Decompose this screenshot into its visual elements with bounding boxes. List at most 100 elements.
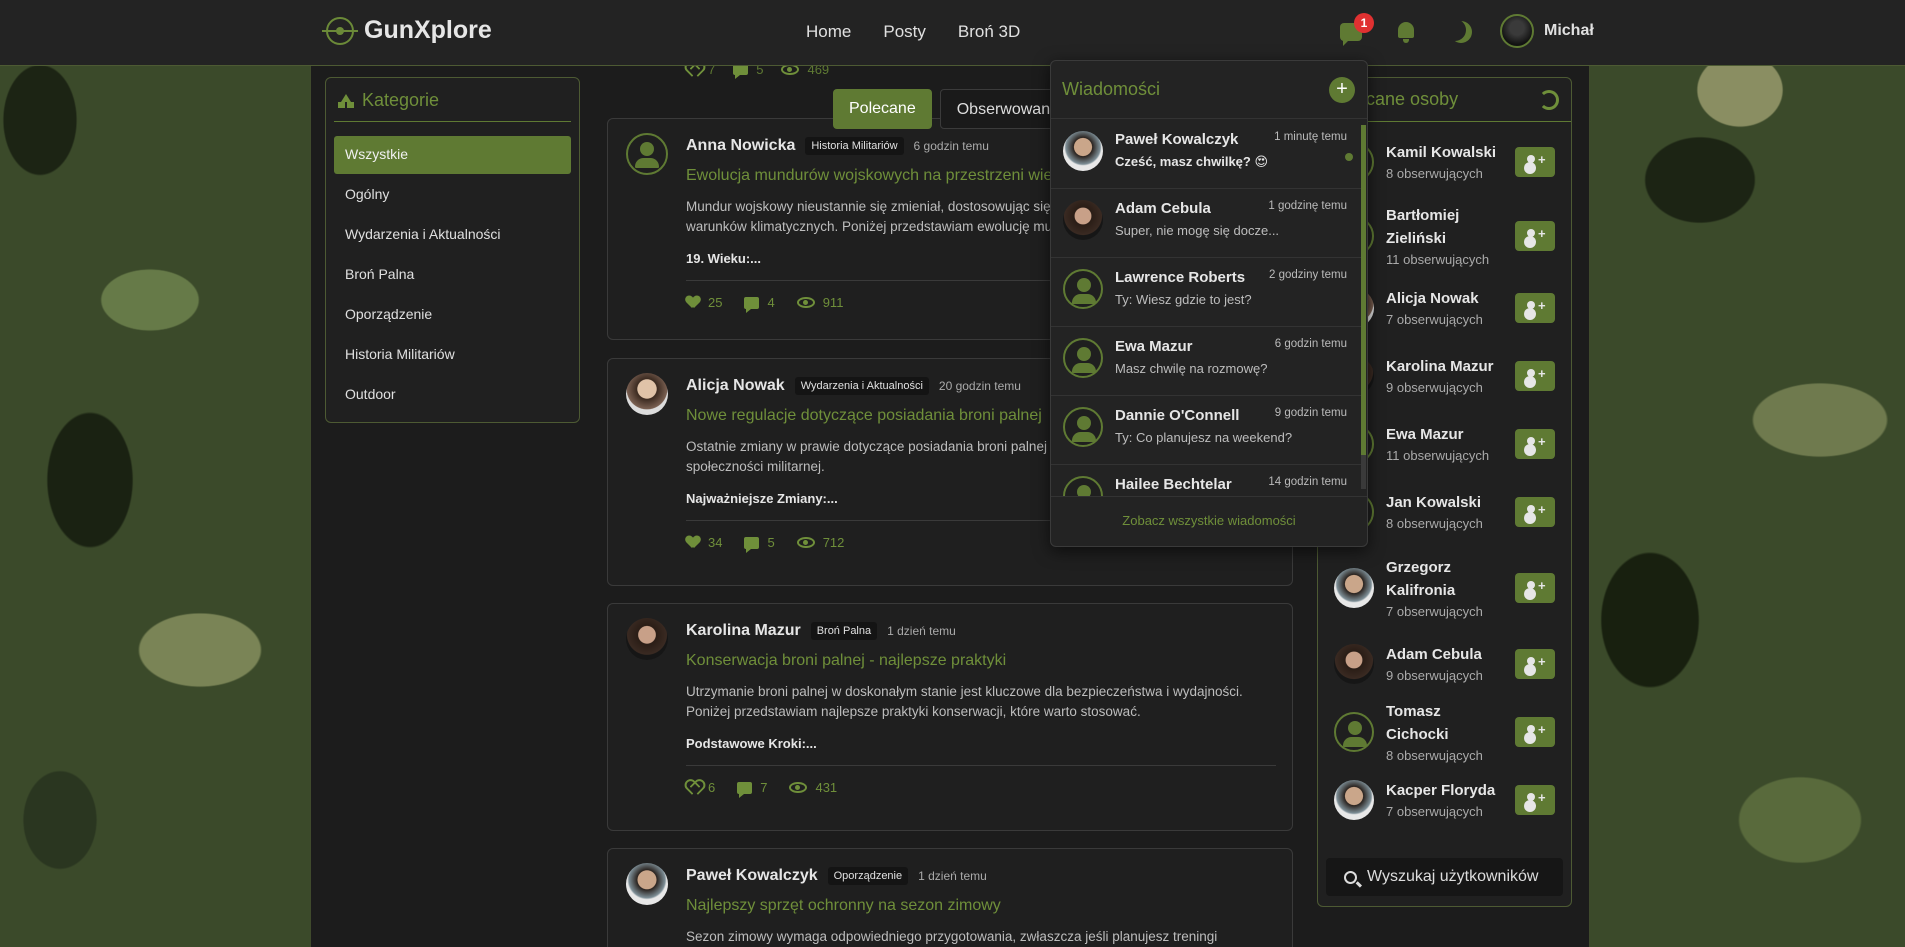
person-name[interactable]: Adam Cebula 9 obserwujących — [1386, 643, 1501, 685]
comment-button[interactable]: 5 — [744, 535, 775, 553]
post-author[interactable]: Karolina Mazur — [686, 622, 801, 640]
post-title[interactable]: Najlepszy sprzęt ochronny na sezon zimow… — [686, 897, 1276, 915]
tab-following[interactable]: Obserwowani — [939, 89, 1060, 129]
person-name[interactable]: Kamil Kowalski 8 obserwujących — [1386, 141, 1501, 183]
new-message-button[interactable]: + — [1329, 76, 1355, 103]
follow-button[interactable] — [1515, 429, 1555, 459]
person-name[interactable]: Jan Kowalski 8 obserwujących — [1386, 491, 1501, 533]
brand-name: GunXplore — [364, 16, 492, 44]
search-users-button[interactable]: Wyszukaj użytkowników — [1326, 858, 1563, 896]
bell-icon — [1398, 22, 1414, 43]
message-item[interactable]: Adam Cebula 1 godzinę temu Super, nie mog… — [1051, 189, 1361, 258]
message-preview: Masz chwilę na rozmowę? — [1115, 361, 1268, 376]
avatar[interactable] — [1334, 644, 1374, 684]
person-name-text: Adam Cebula — [1386, 646, 1482, 663]
moon-icon — [1450, 21, 1472, 43]
person-name[interactable]: Karolina Mazur 9 obserwujących — [1386, 355, 1501, 397]
tab-recommended[interactable]: Polecane — [833, 89, 932, 129]
post-author[interactable]: Paweł Kowalczyk — [686, 867, 818, 885]
post-author[interactable]: Anna Nowicka — [686, 137, 795, 155]
avatar — [1063, 269, 1103, 309]
avatar[interactable] — [1334, 568, 1374, 608]
follow-button[interactable] — [1515, 785, 1555, 815]
avatar — [626, 618, 668, 660]
comments-count: 7 — [760, 780, 768, 795]
nav-link-3d[interactable]: Broń 3D — [958, 22, 1020, 42]
person-name[interactable]: Grzegorz Kalifronia 7 obserwujących — [1386, 556, 1501, 621]
category-item-gear[interactable]: Oporządzenie — [334, 296, 571, 334]
follow-button[interactable] — [1515, 147, 1555, 177]
follow-button[interactable] — [1515, 221, 1555, 251]
category-item-events[interactable]: Wydarzenia i Aktualności — [334, 216, 571, 254]
recommended-person: Adam Cebula 9 obserwujących — [1318, 630, 1571, 698]
post-card[interactable]: Paweł Kowalczyk Oporządzenie 1 dzień tem… — [607, 848, 1293, 947]
avatar[interactable] — [1334, 780, 1374, 820]
avatar — [1063, 131, 1103, 171]
brand-logo[interactable]: GunXplore — [322, 16, 492, 45]
post-time: 1 dzień temu — [887, 624, 956, 638]
follow-button[interactable] — [1515, 361, 1555, 391]
comment-button[interactable]: 4 — [744, 295, 775, 313]
post-card[interactable]: Karolina Mazur Broń Palna 1 dzień temu K… — [607, 603, 1293, 831]
message-sender: Paweł Kowalczyk — [1115, 131, 1239, 148]
unread-indicator — [1345, 153, 1353, 161]
post-meta: Karolina Mazur Broń Palna 1 dzień temu — [686, 620, 1276, 642]
follow-button[interactable] — [1515, 293, 1555, 323]
like-button[interactable]: 6 — [686, 780, 715, 795]
followers-count: 11 obserwujących — [1386, 448, 1490, 463]
nav-links: Home Posty Broń 3D — [806, 22, 1020, 42]
messages-button[interactable]: 1 — [1338, 13, 1374, 46]
person-name[interactable]: Ewa Mazur 11 obserwujących — [1386, 423, 1501, 465]
post-stats: 6 7 431 — [686, 765, 1276, 798]
avatar[interactable] — [1334, 712, 1374, 752]
follow-button[interactable] — [1515, 573, 1555, 603]
top-navbar: GunXplore Home Posty Broń 3D 1 Michał — [0, 0, 1905, 66]
post-category-badge[interactable]: Historia Militariów — [805, 137, 904, 155]
notifications-button[interactable] — [1392, 17, 1420, 45]
views-count: 431 — [815, 780, 838, 795]
person-name[interactable]: Tomasz Cichocki 8 obserwujących — [1386, 700, 1501, 765]
recommended-person: Kacper Floryda 7 obserwujących — [1318, 766, 1571, 834]
category-item-all[interactable]: Wszystkie — [334, 136, 571, 174]
follow-button[interactable] — [1515, 649, 1555, 679]
category-item-general[interactable]: Ogólny — [334, 176, 571, 214]
comment-button[interactable]: 7 — [737, 780, 768, 798]
user-name: Michał — [1544, 22, 1594, 39]
message-item[interactable]: Ewa Mazur 6 godzin temu Masz chwilę na ro… — [1051, 327, 1361, 396]
like-button[interactable]: 34 — [686, 535, 722, 550]
post-subheading: Podstawowe Kroki:... — [686, 736, 817, 751]
theme-toggle-button[interactable] — [1446, 17, 1474, 45]
category-item-firearms[interactable]: Broń Palna — [334, 256, 571, 294]
messages-scrollbar[interactable] — [1361, 125, 1366, 489]
message-item[interactable]: Hailee Bechtelar 14 godzin temu — [1051, 465, 1361, 497]
message-item[interactable]: Dannie O'Connell 9 godzin temu Ty: Co pla… — [1051, 396, 1361, 465]
followers-count: 9 obserwujących — [1386, 668, 1483, 683]
post-title[interactable]: Konserwacja broni palnej - najlepsze pra… — [686, 652, 1276, 670]
like-button[interactable]: 25 — [686, 295, 722, 310]
post-category-badge[interactable]: Broń Palna — [810, 622, 878, 640]
message-item[interactable]: Lawrence Roberts 2 godziny temu Ty: Wiesz… — [1051, 258, 1361, 327]
person-name-text: Grzegorz Kalifronia — [1386, 558, 1456, 599]
user-menu[interactable]: Michał — [1500, 14, 1594, 48]
crosshair-icon — [322, 16, 358, 45]
avatar — [626, 373, 668, 415]
message-item[interactable]: Paweł Kowalczyk 1 minutę temu Cześć, masz… — [1051, 120, 1361, 189]
category-item-history[interactable]: Historia Militariów — [334, 336, 571, 374]
post-category-badge[interactable]: Wydarzenia i Aktualności — [794, 377, 929, 395]
see-all-messages-link[interactable]: Zobacz wszystkie wiadomości — [1051, 496, 1367, 546]
post-time: 1 dzień temu — [918, 869, 987, 883]
post-category-badge[interactable]: Oporządzenie — [827, 867, 909, 885]
refresh-icon[interactable] — [1539, 89, 1559, 110]
nav-link-home[interactable]: Home — [806, 22, 851, 42]
person-name[interactable]: Bartłomiej Zieliński 11 obserwujących — [1386, 204, 1501, 269]
avatar — [1063, 407, 1103, 447]
person-name[interactable]: Kacper Floryda 7 obserwujących — [1386, 779, 1501, 821]
nav-link-posts[interactable]: Posty — [883, 22, 926, 42]
follow-button[interactable] — [1515, 497, 1555, 527]
follow-button[interactable] — [1515, 717, 1555, 747]
eye-icon — [796, 297, 815, 308]
category-item-outdoor[interactable]: Outdoor — [334, 376, 571, 414]
person-name[interactable]: Alicja Nowak 7 obserwujących — [1386, 287, 1501, 329]
message-time: 14 godzin temu — [1268, 476, 1347, 488]
post-author[interactable]: Alicja Nowak — [686, 377, 785, 395]
